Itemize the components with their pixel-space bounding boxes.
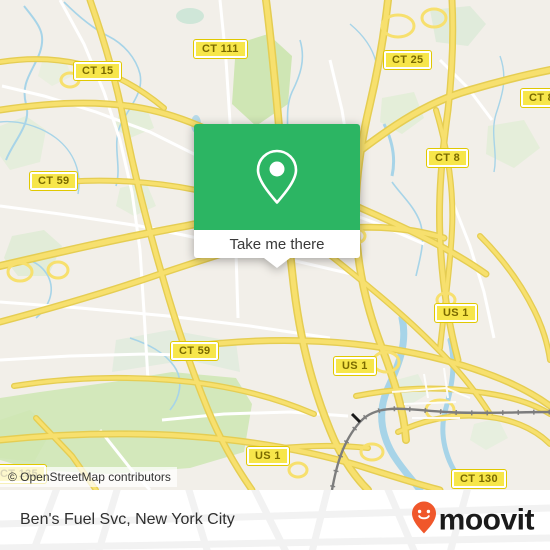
footer-bar: Ben's Fuel Svc, New York City moovit (0, 490, 550, 550)
poi-card-footer[interactable]: Take me there (194, 230, 360, 268)
road-shield: CT 15 (74, 62, 122, 80)
moovit-logo[interactable]: moovit (411, 501, 535, 540)
map-canvas[interactable]: CT 111 CT 25 CT 15 CT 8 CT 8 CT 59 US 1 … (0, 0, 550, 490)
poi-card-header (194, 124, 360, 230)
map-pin-icon (255, 148, 299, 206)
moovit-wordmark: moovit (438, 503, 535, 536)
road-shield: US 1 (435, 304, 477, 322)
poi-callout-card[interactable]: Take me there (194, 124, 360, 268)
road-shield: CT 111 (194, 40, 247, 58)
moovit-map-screenshot: CT 111 CT 25 CT 15 CT 8 CT 8 CT 59 US 1 … (0, 0, 550, 550)
osm-attribution[interactable]: © OpenStreetMap contributors (0, 467, 177, 487)
moovit-smiley-pin-icon (411, 501, 437, 540)
road-shield: CT 59 (171, 342, 219, 360)
take-me-there-label: Take me there (229, 235, 325, 253)
road-shield: CT 25 (384, 51, 432, 69)
road-shield: CT 8 (521, 89, 550, 107)
road-shield: CT 130 (452, 470, 506, 488)
road-shield: US 1 (334, 357, 376, 375)
location-title: Ben's Fuel Svc, New York City (20, 511, 235, 528)
road-shield: CT 8 (427, 149, 469, 167)
road-shield: US 1 (247, 447, 289, 465)
road-shield: CT 59 (30, 172, 78, 190)
poi-card-pointer (264, 258, 290, 268)
